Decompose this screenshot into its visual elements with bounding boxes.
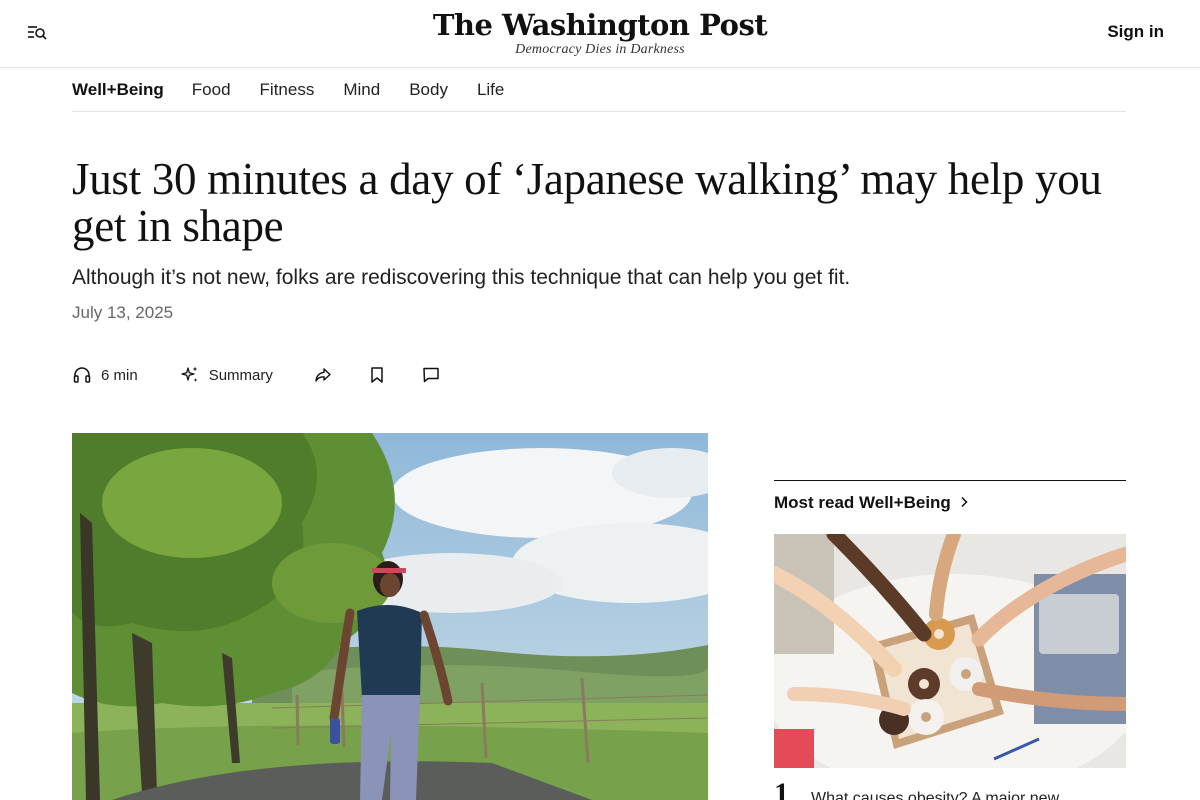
masthead[interactable]: The Washington Post Democracy Dies in Da…	[0, 8, 1200, 57]
summary-button[interactable]: Summary	[180, 365, 273, 385]
most-read-image[interactable]	[774, 534, 1126, 768]
section-nav-life[interactable]: Life	[477, 80, 504, 100]
most-read-heading[interactable]: Most read Well+Being	[774, 493, 1126, 513]
section-nav: Well+Being Food Fitness Mind Body Life	[72, 68, 1126, 112]
listen-duration: 6 min	[101, 366, 138, 384]
comment-button[interactable]	[421, 365, 441, 385]
share-button[interactable]	[313, 365, 333, 385]
chevron-right-icon	[951, 493, 969, 513]
site-tagline: Democracy Dies in Darkness	[515, 42, 685, 57]
section-nav-fitness[interactable]: Fitness	[260, 80, 315, 100]
article-headline: Just 30 minutes a day of ‘Japanese walki…	[72, 154, 1102, 251]
section-nav-food[interactable]: Food	[192, 80, 231, 100]
share-icon	[313, 365, 333, 385]
most-read-headline[interactable]: What causes obesity? A major new	[811, 779, 1059, 800]
save-button[interactable]	[367, 365, 387, 385]
listen-button[interactable]: 6 min	[72, 365, 138, 385]
most-read-module: Most read Well+Being 1 What causes obesi…	[774, 480, 1126, 800]
most-read-title: Most read Well+Being	[774, 493, 951, 512]
site-logo[interactable]: The Washington Post	[0, 8, 1200, 42]
summary-label: Summary	[208, 366, 273, 384]
bookmark-icon	[367, 365, 387, 385]
hero-image[interactable]	[72, 433, 708, 800]
article-date: July 13, 2025	[72, 303, 174, 322]
article-dek: Although it’s not new, folks are redisco…	[72, 266, 851, 289]
most-read-item[interactable]: 1 What causes obesity? A major new	[774, 779, 1126, 800]
section-nav-brand[interactable]: Well+Being	[72, 80, 164, 100]
sign-in-button[interactable]: Sign in	[1107, 22, 1164, 42]
sparkle-icon	[180, 365, 200, 385]
article-actions: 6 min Summary	[72, 362, 441, 388]
section-nav-body[interactable]: Body	[409, 80, 448, 100]
comment-icon	[421, 365, 441, 385]
most-read-rank: 1	[774, 777, 789, 800]
section-nav-mind[interactable]: Mind	[343, 80, 380, 100]
site-header: The Washington Post Democracy Dies in Da…	[0, 0, 1200, 68]
headphones-icon	[72, 365, 92, 385]
